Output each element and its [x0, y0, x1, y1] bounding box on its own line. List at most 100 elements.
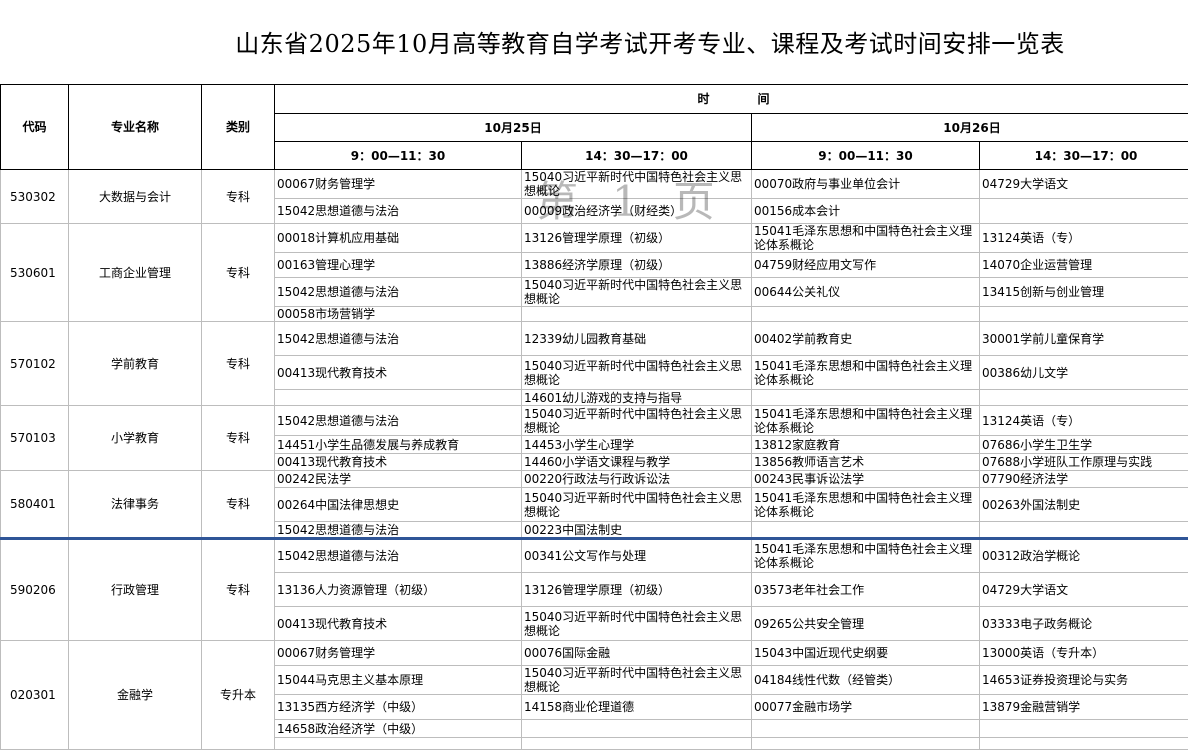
major-name: 行政管理 [69, 539, 202, 641]
course-cell: 00644公关礼仪 [752, 278, 980, 307]
course-cell: 04184线性代数（经管类） [752, 666, 980, 695]
course-cell [522, 307, 752, 322]
course-cell: 15040习近平新时代中国特色社会主义思想概论 [522, 607, 752, 641]
course-cell: 15040习近平新时代中国特色社会主义思想概论 [522, 406, 752, 436]
course-cell: 00413现代教育技术 [275, 356, 522, 390]
course-cell: 00156成本会计 [752, 199, 980, 224]
header-category: 类别 [202, 85, 275, 170]
course-cell: 15041毛泽东思想和中国特色社会主义理论体系概论 [752, 406, 980, 436]
course-cell: 13812家庭教育 [752, 436, 980, 454]
major-code: 530302 [1, 170, 69, 224]
course-cell: 15041毛泽东思想和中国特色社会主义理论体系概论 [752, 488, 980, 522]
course-cell: 13126管理学原理（初级） [522, 224, 752, 253]
course-cell: 13000英语（专升本） [980, 641, 1188, 666]
course-cell [522, 720, 752, 738]
major-code: 570103 [1, 406, 69, 471]
course-cell: 15040习近平新时代中国特色社会主义思想概论 [522, 356, 752, 390]
course-cell: 14460小学语文课程与教学 [522, 454, 752, 471]
course-cell: 14070企业运营管理 [980, 253, 1188, 278]
table-row: 590206行政管理专科15042思想道德与法治00341公文写作与处理1504… [1, 539, 1188, 573]
course-cell: 13879金融营销学 [980, 695, 1188, 720]
course-cell: 15041毛泽东思想和中国特色社会主义理论体系概论 [752, 224, 980, 253]
course-cell: 15042思想道德与法治 [275, 406, 522, 436]
course-cell: 14451小学生品德发展与养成教育 [275, 436, 522, 454]
header-slot-afternoon: 14：30—17：00 [980, 142, 1188, 170]
major-name: 小学教育 [69, 406, 202, 471]
major-name: 大数据与会计 [69, 170, 202, 224]
course-cell: 14453小学生心理学 [522, 436, 752, 454]
course-cell [752, 738, 980, 750]
course-cell: 07686小学生卫生学 [980, 436, 1188, 454]
course-cell: 13856教师语言艺术 [752, 454, 980, 471]
course-cell: 15042思想道德与法治 [275, 199, 522, 224]
major-category: 专科 [202, 406, 275, 471]
major-category: 专科 [202, 471, 275, 539]
course-cell [275, 390, 522, 406]
course-cell: 00243民事诉讼法学 [752, 471, 980, 488]
course-cell: 14653证券投资理论与实务 [980, 666, 1188, 695]
major-name: 工商企业管理 [69, 224, 202, 322]
course-cell: 14601幼儿游戏的支持与指导 [522, 390, 752, 406]
course-cell [752, 307, 980, 322]
course-cell: 15040习近平新时代中国特色社会主义思想概论 [522, 170, 752, 199]
course-cell: 00413现代教育技术 [275, 454, 522, 471]
course-cell: 13126管理学原理（初级） [522, 573, 752, 607]
course-cell: 14658政治经济学（中级） [275, 720, 522, 738]
course-cell: 00341公文写作与处理 [522, 539, 752, 573]
course-cell: 03333电子政务概论 [980, 607, 1188, 641]
major-code: 580401 [1, 471, 69, 539]
course-cell: 00263外国法制史 [980, 488, 1188, 522]
course-cell: 15040习近平新时代中国特色社会主义思想概论 [522, 666, 752, 695]
course-cell: 00386幼儿文学 [980, 356, 1188, 390]
major-category: 专科 [202, 170, 275, 224]
header-slot-morning: 9：00—11：30 [752, 142, 980, 170]
course-cell: 00312政治学概论 [980, 539, 1188, 573]
course-cell: 13124英语（专） [980, 224, 1188, 253]
course-cell: 15040习近平新时代中国特色社会主义思想概论 [522, 278, 752, 307]
course-cell: 04729大学语文 [980, 170, 1188, 199]
course-cell: 00220行政法与行政诉讼法 [522, 471, 752, 488]
course-cell: 00076国际金融 [522, 641, 752, 666]
header-major: 专业名称 [69, 85, 202, 170]
course-cell [980, 720, 1188, 738]
course-cell: 00009政治经济学（财经类） [522, 199, 752, 224]
course-cell: 07688小学班队工作原理与实践 [980, 454, 1188, 471]
course-cell: 15044马克思主义基本原理 [275, 666, 522, 695]
major-code: 590206 [1, 539, 69, 641]
course-cell: 07790经济法学 [980, 471, 1188, 488]
course-cell [275, 738, 522, 750]
course-cell [980, 522, 1188, 539]
major-name: 金融学 [69, 641, 202, 750]
course-cell: 15040习近平新时代中国特色社会主义思想概论 [522, 488, 752, 522]
course-cell: 03573老年社会工作 [752, 573, 980, 607]
header-time: 时 间 [275, 85, 1188, 114]
table-header: 代码 专业名称 类别 时 间 10月25日 10月26日 9：00—11：30 … [1, 85, 1188, 170]
course-cell: 13886经济学原理（初级） [522, 253, 752, 278]
course-cell: 00077金融市场学 [752, 695, 980, 720]
course-cell: 00070政府与事业单位会计 [752, 170, 980, 199]
course-cell [752, 720, 980, 738]
header-date-oct25: 10月25日 [275, 114, 752, 142]
course-cell: 13136人力资源管理（初级） [275, 573, 522, 607]
table-row: 570103小学教育专科15042思想道德与法治15040习近平新时代中国特色社… [1, 406, 1188, 436]
course-cell: 00402学前教育史 [752, 322, 980, 356]
course-cell: 15041毛泽东思想和中国特色社会主义理论体系概论 [752, 356, 980, 390]
major-name: 学前教育 [69, 322, 202, 406]
header-code: 代码 [1, 85, 69, 170]
course-cell: 00058市场营销学 [275, 307, 522, 322]
course-cell: 13135西方经济学（中级） [275, 695, 522, 720]
course-cell [980, 307, 1188, 322]
course-cell: 15042思想道德与法治 [275, 278, 522, 307]
course-cell: 15042思想道德与法治 [275, 522, 522, 539]
course-cell: 13415创新与创业管理 [980, 278, 1188, 307]
course-cell [980, 390, 1188, 406]
course-cell: 14158商业伦理道德 [522, 695, 752, 720]
course-cell: 00413现代教育技术 [275, 607, 522, 641]
course-cell: 00067财务管理学 [275, 170, 522, 199]
course-cell: 13124英语（专） [980, 406, 1188, 436]
course-cell [980, 199, 1188, 224]
course-cell: 04729大学语文 [980, 573, 1188, 607]
major-code: 570102 [1, 322, 69, 406]
course-cell: 00067财务管理学 [275, 641, 522, 666]
course-cell [522, 738, 752, 750]
